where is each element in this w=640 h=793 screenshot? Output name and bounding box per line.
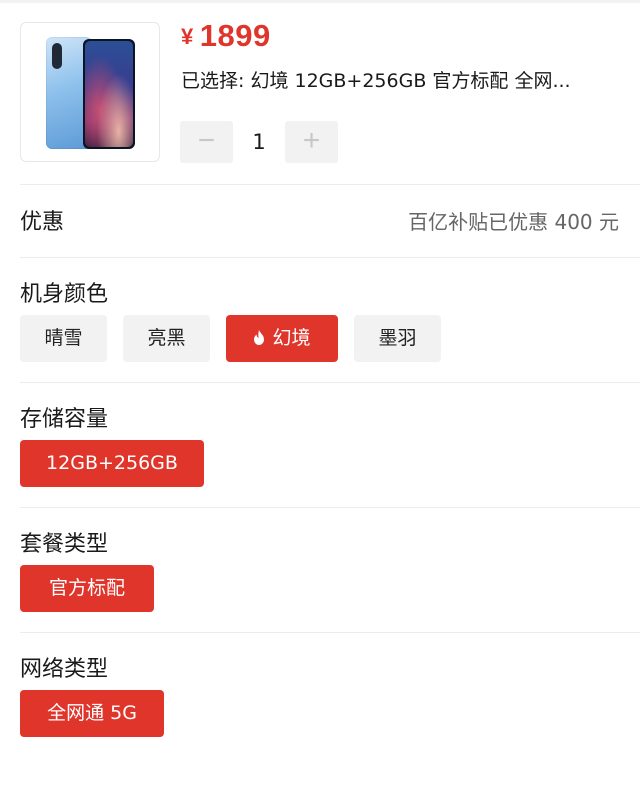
currency-symbol: ¥ <box>181 24 194 49</box>
divider <box>20 382 640 383</box>
storage-option-12gb-256gb[interactable]: 12GB+256GB <box>20 440 204 487</box>
increase-quantity-button[interactable]: + <box>285 121 338 163</box>
product-thumbnail[interactable] <box>20 22 160 162</box>
selected-spec-text: 已选择: 幻境 12GB+256GB 官方标配 全网... <box>181 70 571 92</box>
color-option-qingxue[interactable]: 晴雪 <box>20 315 107 362</box>
package-option-official[interactable]: 官方标配 <box>20 565 154 612</box>
network-option-5g[interactable]: 全网通 5G <box>20 690 164 737</box>
color-option-liang-hei[interactable]: 亮黑 <box>123 315 210 362</box>
decrease-quantity-button[interactable]: − <box>180 121 233 163</box>
product-summary: ¥1899 已选择: 幻境 12GB+256GB 官方标配 全网... − 1 … <box>0 0 640 184</box>
discount-value[interactable]: 百亿补贴已优惠 400 元 <box>408 206 619 235</box>
price-value: 1899 <box>199 18 271 53</box>
color-section-title: 机身颜色 <box>20 282 109 307</box>
discount-label: 优惠 <box>20 210 65 235</box>
package-section-title: 套餐类型 <box>20 532 109 557</box>
divider <box>20 507 640 508</box>
color-option-huanjing-selected[interactable]: 幻境 <box>226 315 338 362</box>
quantity-value[interactable]: 1 <box>233 121 285 163</box>
camera-module <box>52 43 62 69</box>
flame-icon <box>254 330 265 345</box>
phone-front-image <box>83 39 135 149</box>
color-option-moyu[interactable]: 墨羽 <box>354 315 441 362</box>
price: ¥1899 <box>181 18 271 54</box>
divider <box>20 257 640 258</box>
divider <box>20 184 640 185</box>
storage-section-title: 存储容量 <box>20 407 109 432</box>
color-option-label: 幻境 <box>272 327 311 349</box>
divider <box>20 632 640 633</box>
network-section-title: 网络类型 <box>20 657 109 682</box>
phone-screen <box>85 41 133 147</box>
